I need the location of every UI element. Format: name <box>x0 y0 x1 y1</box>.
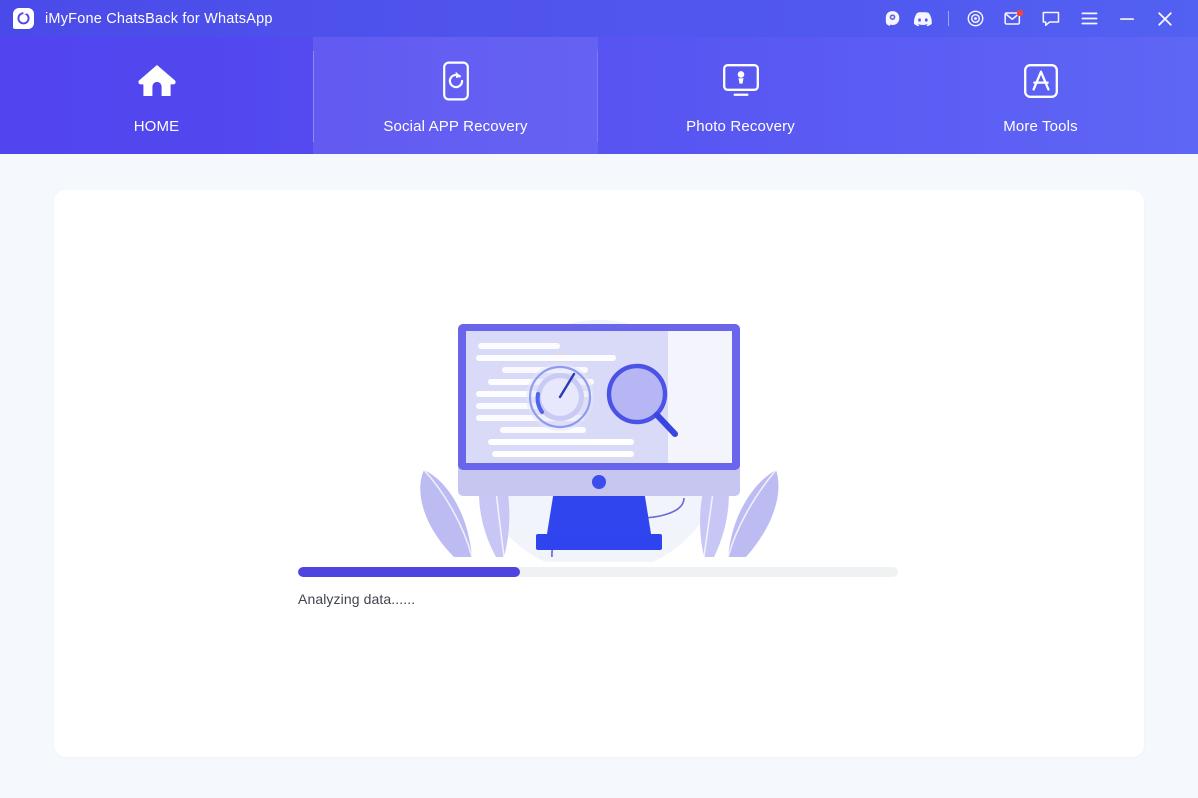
controls-divider <box>948 11 949 26</box>
app-store-icon <box>1023 59 1059 103</box>
progress-section: Analyzing data...... <box>298 567 898 607</box>
app-branding: iMyFone ChatsBack for WhatsApp <box>0 8 273 29</box>
progress-bar-fill <box>298 567 520 577</box>
discord-icon[interactable] <box>907 4 937 34</box>
phone-refresh-icon <box>441 59 471 103</box>
feedback-chat-icon[interactable] <box>1036 4 1066 34</box>
progress-bar-track[interactable] <box>298 567 898 577</box>
tab-more-tools-label: More Tools <box>1003 118 1078 135</box>
tab-social-app-recovery-label: Social APP Recovery <box>383 118 528 135</box>
main-navigation: HOME Social APP Recovery Photo Recovery … <box>0 37 1198 154</box>
close-icon[interactable] <box>1150 4 1180 34</box>
window-title: iMyFone ChatsBack for WhatsApp <box>45 10 273 27</box>
mail-envelope-icon[interactable] <box>998 4 1028 34</box>
monitor-photo-icon <box>722 59 760 103</box>
tab-photo-recovery[interactable]: Photo Recovery <box>598 37 883 154</box>
target-settings-icon[interactable] <box>960 4 990 34</box>
monitor-analyzing-illustration <box>384 312 814 562</box>
status-text: Analyzing data...... <box>298 591 416 607</box>
minimize-icon[interactable] <box>1112 4 1142 34</box>
tab-social-app-recovery[interactable]: Social APP Recovery <box>313 37 598 154</box>
support-headset-icon[interactable] <box>877 4 907 34</box>
tab-more-tools[interactable]: More Tools <box>883 37 1198 154</box>
application-window: iMyFone ChatsBack for WhatsApp HOME Soci… <box>0 0 1198 798</box>
window-controls <box>877 0 1198 37</box>
content-card: Analyzing data...... <box>54 190 1144 757</box>
tab-home-label: HOME <box>133 118 180 135</box>
hamburger-menu-icon[interactable] <box>1074 4 1104 34</box>
title-bar: iMyFone ChatsBack for WhatsApp <box>0 0 1198 37</box>
tab-home[interactable]: HOME <box>0 37 313 154</box>
tab-photo-recovery-label: Photo Recovery <box>686 118 795 135</box>
chatsback-c-logo-icon <box>13 8 34 29</box>
home-icon <box>137 59 177 103</box>
mail-unread-badge <box>1017 9 1023 16</box>
